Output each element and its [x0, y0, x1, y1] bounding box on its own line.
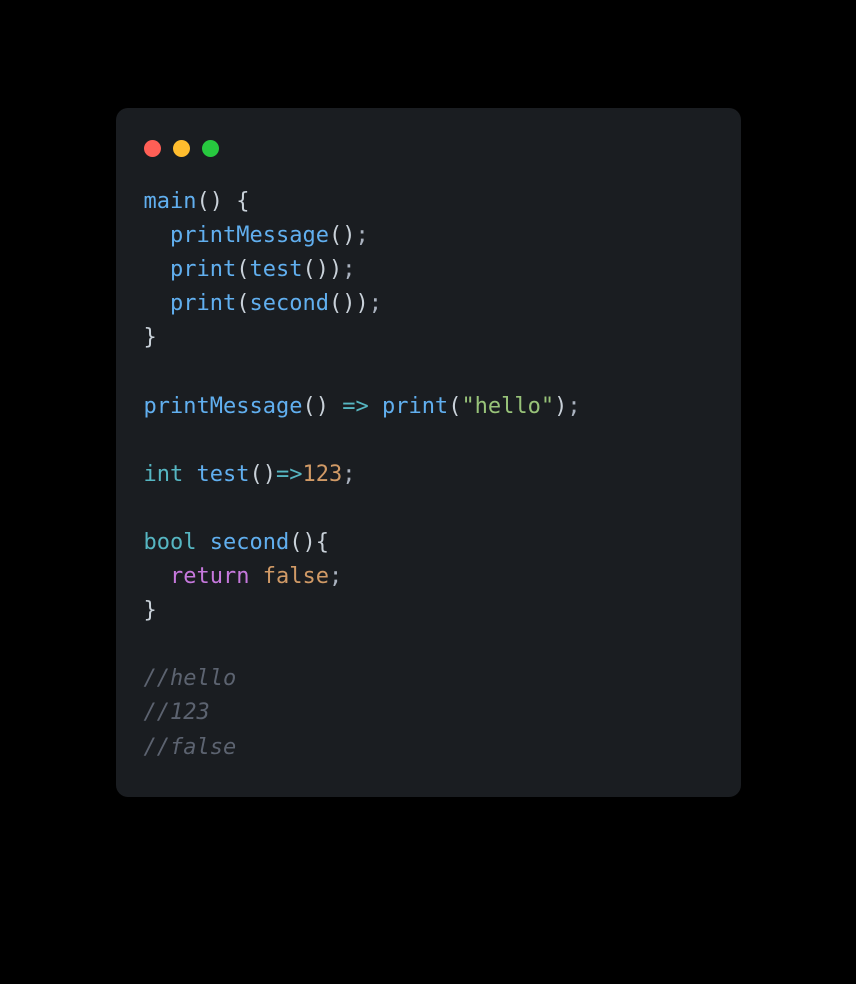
- token-comment: //123: [144, 700, 210, 725]
- token-type: bool: [144, 530, 197, 555]
- token-paren: (: [236, 291, 249, 316]
- token-space: [329, 394, 342, 419]
- token-fn: second: [210, 530, 289, 555]
- token-fn: printMessage: [170, 223, 329, 248]
- minimize-icon[interactable]: [173, 140, 190, 157]
- token-space: [183, 462, 196, 487]
- token-paren: ): [554, 394, 567, 419]
- token-paren: ): [210, 189, 223, 214]
- token-semi: ;: [342, 462, 355, 487]
- token-paren: ): [302, 530, 315, 555]
- token-fn: print: [170, 257, 236, 282]
- token-paren: (: [448, 394, 461, 419]
- token-fn: second: [249, 291, 328, 316]
- token-paren: (: [196, 189, 209, 214]
- token-brace: {: [316, 530, 329, 555]
- code-editor[interactable]: main() { printMessage(); print(test()); …: [116, 177, 741, 765]
- token-type: int: [144, 462, 184, 487]
- token-fn: main: [144, 189, 197, 214]
- token-fn: print: [170, 291, 236, 316]
- token-keyword: return: [170, 564, 249, 589]
- token-brace: }: [144, 325, 157, 350]
- token-paren: (: [236, 257, 249, 282]
- token-semi: ;: [355, 223, 368, 248]
- maximize-icon[interactable]: [202, 140, 219, 157]
- token-indent: [144, 257, 171, 282]
- token-paren: (: [302, 257, 315, 282]
- window-titlebar: [116, 136, 741, 177]
- token-paren: (: [302, 394, 315, 419]
- token-arrow: =>: [342, 394, 369, 419]
- token-literal: false: [263, 564, 329, 589]
- close-icon[interactable]: [144, 140, 161, 157]
- token-semi: ;: [329, 564, 342, 589]
- token-indent: [144, 564, 171, 589]
- token-space: [249, 564, 262, 589]
- token-fn: printMessage: [144, 394, 303, 419]
- token-paren: (: [249, 462, 262, 487]
- token-semi: ;: [342, 257, 355, 282]
- token-fn: print: [382, 394, 448, 419]
- token-paren: ): [329, 257, 342, 282]
- token-semi: ;: [567, 394, 580, 419]
- code-window: main() { printMessage(); print(test()); …: [116, 108, 741, 797]
- token-paren: ): [316, 257, 329, 282]
- token-brace: {: [236, 189, 249, 214]
- token-space: [223, 189, 236, 214]
- token-paren: ): [342, 223, 355, 248]
- token-brace: }: [144, 598, 157, 623]
- token-space: [369, 394, 382, 419]
- token-paren: (: [329, 223, 342, 248]
- token-paren: ): [355, 291, 368, 316]
- token-indent: [144, 291, 171, 316]
- token-fn: test: [249, 257, 302, 282]
- token-paren: ): [263, 462, 276, 487]
- token-space: [196, 530, 209, 555]
- token-paren: ): [316, 394, 329, 419]
- token-string: "hello": [461, 394, 554, 419]
- token-paren: ): [342, 291, 355, 316]
- token-paren: (: [289, 530, 302, 555]
- token-semi: ;: [369, 291, 382, 316]
- token-paren: (: [329, 291, 342, 316]
- token-comment: //hello: [144, 666, 237, 691]
- token-comment: //false: [144, 735, 237, 760]
- token-number: 123: [302, 462, 342, 487]
- token-arrow: =>: [276, 462, 303, 487]
- token-indent: [144, 223, 171, 248]
- token-fn: test: [197, 462, 250, 487]
